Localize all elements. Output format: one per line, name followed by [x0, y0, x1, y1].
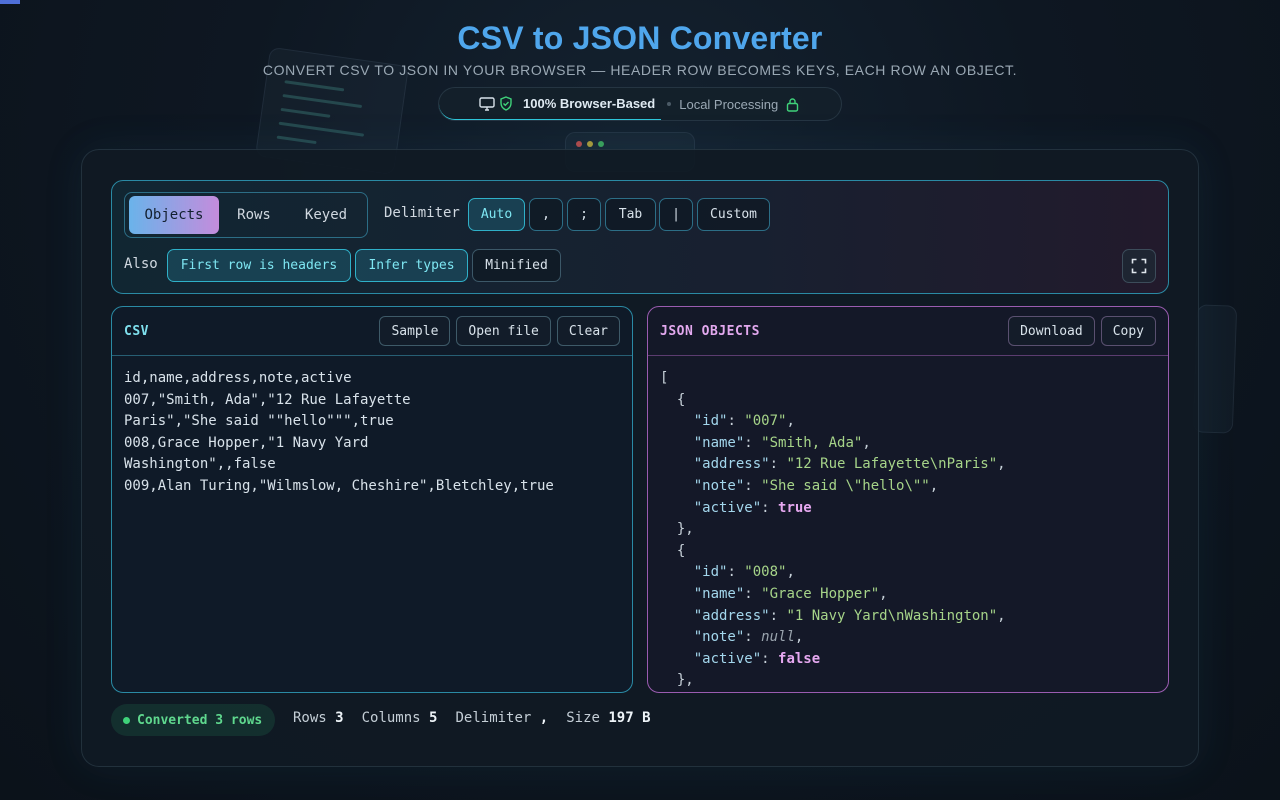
shield-check-icon — [499, 96, 513, 111]
columns-stat: Columns 5 — [361, 710, 438, 726]
corner-accent — [0, 0, 20, 4]
monitor-icon — [479, 96, 495, 111]
json-panel-title: JSON OBJECTS — [660, 323, 760, 339]
page-subtitle: CONVERT CSV TO JSON IN YOUR BROWSER — HE… — [262, 62, 1018, 78]
page-title: CSV to JSON Converter — [457, 20, 823, 56]
expand-icon — [1131, 258, 1147, 274]
sample-button[interactable]: Sample — [379, 316, 451, 346]
rows-stat: Rows 3 — [293, 710, 344, 726]
csv-panel-title: CSV — [124, 323, 149, 339]
mode-rows-button[interactable]: Rows — [219, 196, 289, 234]
status-dot — [123, 716, 130, 724]
lock-icon — [786, 97, 799, 112]
status-message: Converted 3 rows — [137, 712, 263, 728]
first-row-headers-toggle[interactable]: First row is headers — [167, 249, 351, 282]
mode-keyed-button[interactable]: Keyed — [289, 196, 363, 234]
json-output[interactable]: [ { "id": "007", "name": "Smith, Ada", "… — [648, 356, 1168, 692]
size-stat: Size 197 B — [566, 710, 651, 726]
conversion-status: Converted 3 rows — [111, 704, 275, 736]
browser-based-label: 100% Browser-Based — [523, 96, 656, 111]
also-label: Also — [124, 256, 158, 272]
delimiter-stat: Delimiter , — [455, 710, 549, 726]
minified-toggle[interactable]: Minified — [472, 249, 561, 282]
delimiter-label: Delimiter — [384, 205, 460, 221]
output-mode-switch: Objects Rows Keyed — [124, 192, 368, 238]
delimiter-custom-button[interactable]: Custom — [697, 198, 770, 231]
copy-button[interactable]: Copy — [1100, 316, 1156, 346]
delimiter-comma-button[interactable]: , — [529, 198, 563, 231]
json-output-panel: JSON OBJECTS Download Copy [ { "id": "00… — [647, 306, 1169, 693]
delimiter-semicolon-button[interactable]: ; — [567, 198, 601, 231]
open-file-button[interactable]: Open file — [456, 316, 551, 346]
local-processing-label: Local Processing — [679, 96, 779, 112]
mode-objects-button[interactable]: Objects — [129, 196, 219, 234]
decorative-side-card — [1192, 304, 1238, 434]
csv-panel-header: CSV Sample Open file Clear — [112, 307, 632, 356]
separator-dot — [667, 102, 672, 106]
delimiter-tab-button[interactable]: Tab — [605, 198, 656, 231]
browser-based-badge: 100% Browser-Based — [439, 88, 662, 120]
csv-input-panel: CSV Sample Open file Clear id,name,addre… — [111, 306, 633, 693]
json-panel-header: JSON OBJECTS Download Copy — [648, 307, 1168, 356]
json-panel-actions: Download Copy — [1008, 316, 1156, 346]
stats-bar: Rows 3 Columns 5 Delimiter , Size 197 B — [293, 710, 651, 726]
fullscreen-button[interactable] — [1122, 249, 1156, 283]
infer-types-toggle[interactable]: Infer types — [355, 249, 468, 282]
csv-panel-actions: Sample Open file Clear — [379, 316, 620, 346]
delimiter-pipe-button[interactable]: | — [659, 198, 693, 231]
csv-textarea[interactable]: id,name,address,note,active 007,"Smith, … — [112, 356, 632, 510]
privacy-badge: 100% Browser-Based Local Processing — [438, 87, 842, 121]
download-button[interactable]: Download — [1008, 316, 1095, 346]
delimiter-auto-button[interactable]: Auto — [468, 198, 525, 231]
clear-button[interactable]: Clear — [556, 316, 620, 346]
